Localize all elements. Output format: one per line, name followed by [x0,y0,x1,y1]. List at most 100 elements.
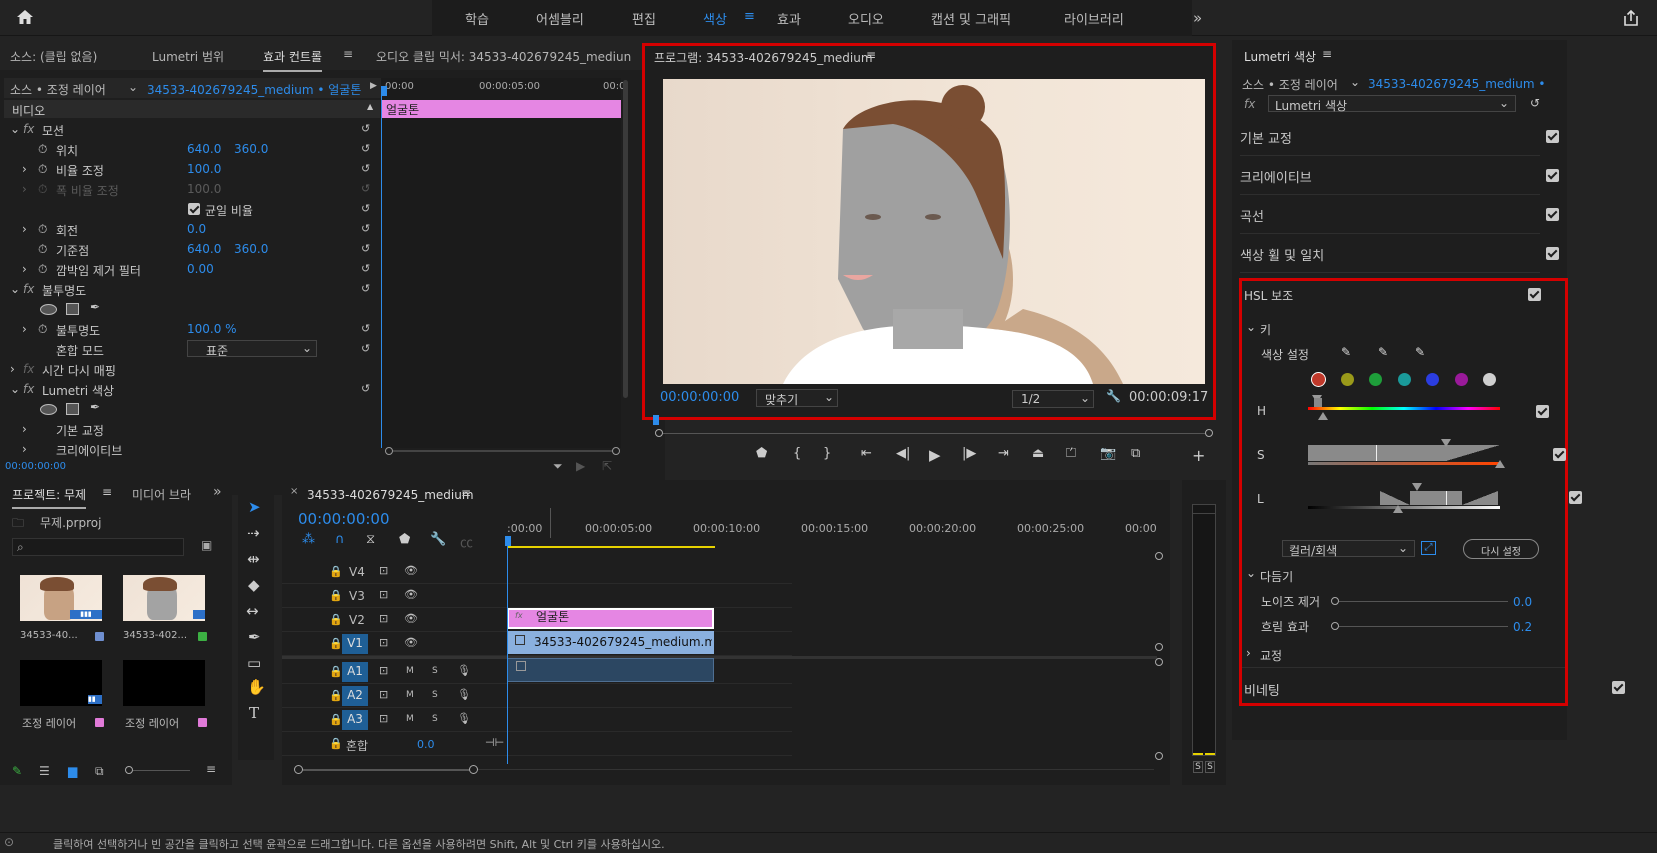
project-item[interactable]: ▮▮ 조정 레이어 [20,660,105,735]
workspace-libraries[interactable]: 라이브러리 [1064,9,1124,28]
blur-value[interactable]: 0.2 [1513,620,1532,634]
section-curves[interactable]: 곡선 [1240,196,1559,234]
l-checkbox[interactable] [1569,491,1583,504]
effect-scrollbar[interactable] [623,80,628,398]
nest-icon[interactable]: ⁂ [302,532,315,547]
lumetri-effect-select[interactable]: Lumetri 색상 ⌄ [1268,95,1516,113]
eyedropper-subtract-icon[interactable]: ✎ [1415,345,1425,359]
swatch-green[interactable] [1369,373,1382,386]
reset-icon[interactable]: ↺ [361,222,374,235]
denoise-value[interactable]: 0.0 [1513,595,1532,609]
swatch-magenta[interactable] [1455,373,1468,386]
share-icon[interactable] [1622,9,1640,27]
timeline-playhead[interactable] [507,542,508,764]
export-icon[interactable]: ⇱ [602,459,612,473]
step-back-icon[interactable]: ◀| [896,446,910,461]
denoise-slider[interactable] [1331,597,1508,607]
lumetri-clip[interactable]: 34533-402679245_medium • [1368,77,1545,91]
home-icon[interactable] [16,9,36,27]
ellipse-mask-icon[interactable] [40,404,57,415]
close-tab-icon[interactable]: × [290,486,298,497]
mix-value[interactable]: 0.0 [417,738,435,751]
clip-adjustment[interactable]: fx 얼굴톤 [507,608,714,629]
reset-icon[interactable]: ↺ [361,142,374,155]
opacity-row[interactable]: ⌄ fx 불투명도 ↺ [4,279,374,299]
more-workspaces-icon[interactable]: » [1193,9,1202,27]
project-search[interactable]: ⌕ [12,538,184,556]
pen-tool-icon[interactable]: ✒ [248,628,261,646]
timeline-hscroll[interactable] [294,765,1154,775]
flicker-value[interactable]: 0.00 [187,262,214,276]
correct-toggle[interactable]: › [1246,646,1251,660]
zoom-slider[interactable] [125,766,190,776]
solo-right-button[interactable]: S [1205,761,1215,773]
go-to-in-icon[interactable]: ⇤ [861,446,872,461]
rectangle-tool-icon[interactable]: ▭ [247,654,261,672]
timeline-vscroll[interactable] [1155,552,1165,762]
lumetri-row[interactable]: ⌄ fx Lumetri 색상 ↺ [4,379,374,399]
tab-menu-icon[interactable]: ≡ [343,47,353,61]
reset-icon[interactable]: ↺ [361,122,374,135]
go-to-out-icon[interactable]: ⇥ [998,446,1009,461]
snap-icon[interactable]: ∩ [335,532,345,547]
wheels-checkbox[interactable] [1546,247,1559,260]
program-timecode[interactable]: 00:00:00:00 [660,390,739,405]
fit-select[interactable]: 맞추기 ⌄ [756,389,838,407]
project-item[interactable]: 34533-402... [123,575,208,650]
extract-icon[interactable]: ⏍ [1066,446,1076,461]
program-menu-icon[interactable]: ≡ [866,48,876,62]
reset-icon[interactable]: ↺ [361,342,374,355]
refine-toggle[interactable]: ⌄ [1246,566,1256,580]
blur-slider[interactable] [1331,622,1508,632]
lumetri-menu-icon[interactable]: ≡ [1322,47,1332,61]
time-remap-row[interactable]: › fx 시간 다시 매핑 [4,359,374,379]
hand-tool-icon[interactable]: ✋ [247,678,266,696]
mark-in-icon[interactable]: { [793,446,801,461]
reset-icon[interactable]: ↺ [361,162,374,175]
filter-icon[interactable]: ⏷ [553,459,563,474]
solo-left-button[interactable]: S [1193,761,1203,773]
lift-icon[interactable]: ⏏ [1032,446,1044,461]
basic-checkbox[interactable] [1546,130,1559,143]
workspace-learn[interactable]: 학습 [465,9,489,28]
opacity-value[interactable]: 100.0 % [187,322,237,336]
workspace-audio[interactable]: 오디오 [848,9,884,28]
play-audio-icon[interactable]: ▶ [576,459,585,473]
motion-row[interactable]: ⌄ fx 모션 ↺ [4,119,374,139]
tab-project[interactable]: 프로젝트: 무제 [12,486,87,509]
more-tabs-icon[interactable]: » [213,484,222,500]
colorgray-select[interactable]: 컬러/회색 ⌄ [1282,540,1415,558]
captions-icon[interactable]: ㏄ [460,532,473,551]
reset-icon[interactable]: ↺ [361,262,374,275]
workspace-assembly[interactable]: 어셈블리 [536,9,584,28]
effect-footer-time[interactable]: 00:00:00:00 [5,461,66,472]
workspace-color[interactable]: 색상 [703,9,727,28]
anchor-x-value[interactable]: 640.0 [187,242,221,256]
project-item[interactable]: ▮▮▮ 34533-40... [20,575,105,650]
reset-icon[interactable]: ↺ [361,322,374,335]
rectangle-mask-icon[interactable] [66,403,79,415]
swatch-cyan[interactable] [1398,373,1411,386]
vignette-checkbox[interactable] [1612,681,1626,694]
project-item[interactable]: 조정 레이어 [123,660,208,735]
workspace-edit[interactable]: 편집 [632,9,656,28]
section-basic[interactable]: 기본 교정 [1240,118,1559,156]
v1-target[interactable]: V1 [342,634,368,654]
type-tool-icon[interactable]: T [249,704,259,722]
tab-lumetri-scopes[interactable]: Lumetri 범위 [152,48,224,65]
section-creative[interactable]: 크리에이티브 [1240,157,1559,195]
rectangle-mask-icon[interactable] [66,303,79,315]
marker-icon[interactable]: ⬟ [756,446,767,461]
h-slider[interactable] [1308,395,1500,425]
timeline-ruler[interactable]: :00:00 00:00:05:00 00:00:10:00 00:00:15:… [505,508,1157,550]
wrench-icon[interactable]: 🔧 [1106,389,1121,403]
l-slider[interactable] [1308,479,1500,515]
ellipse-mask-icon[interactable] [40,304,57,315]
selection-tool-icon[interactable]: ➤ [248,498,261,516]
track-select-tool-icon[interactable]: ⇢ [247,524,260,542]
clip-video[interactable]: 34533-402679245_medium.mp4 [ [507,631,714,654]
tab-media-browser[interactable]: 미디어 브라 [132,486,192,503]
tab-source[interactable]: 소스: (클립 없음) [10,48,97,65]
add-marker-icon[interactable]: ⬟ [399,532,410,547]
position-y-value[interactable]: 360.0 [234,142,268,156]
